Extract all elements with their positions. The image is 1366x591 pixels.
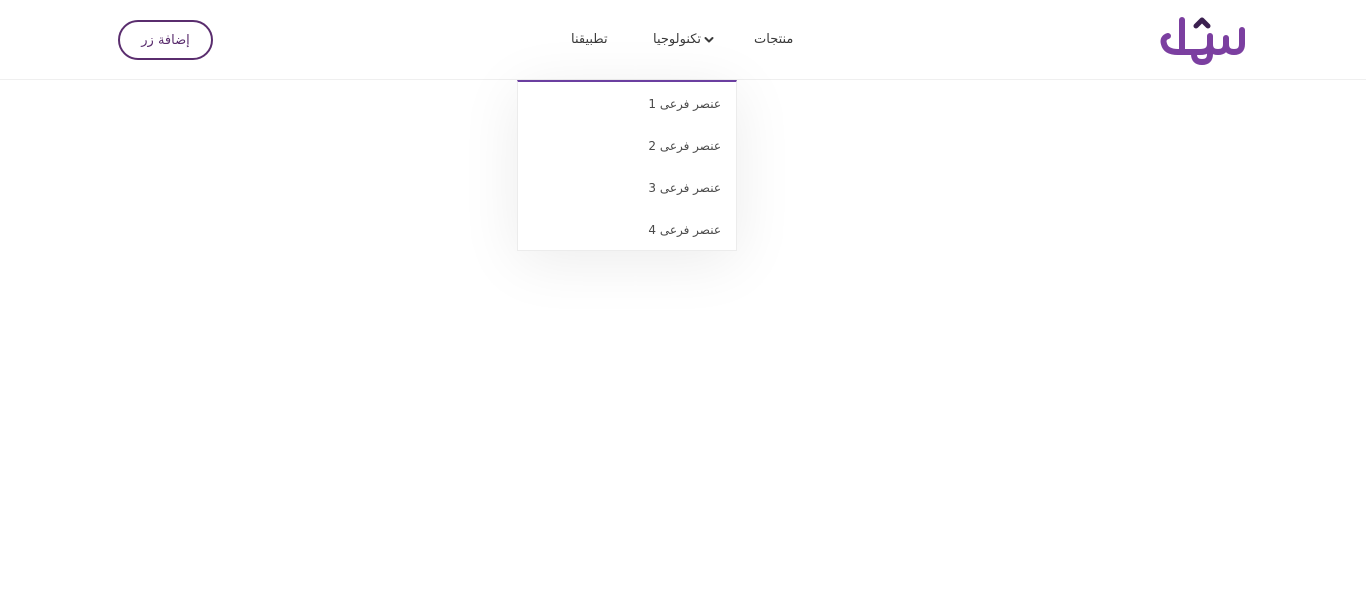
nav-item-products[interactable]: منتجات: [754, 30, 793, 50]
site-header: منتجات تكنولوجيا تطبيقنا إضافة زر: [0, 0, 1366, 80]
dropdown-item-3[interactable]: عنصر فرعى 3: [648, 179, 721, 197]
logo[interactable]: [1158, 14, 1250, 66]
technology-dropdown-menu: عنصر فرعى 1 عنصر فرعى 2 عنصر فرعى 3 عنصر…: [517, 80, 737, 251]
dropdown-item-2[interactable]: عنصر فرعى 2: [648, 137, 721, 155]
add-button[interactable]: إضافة زر: [118, 20, 213, 60]
page: منتجات تكنولوجيا تطبيقنا إضافة زر عنصر ف…: [0, 0, 1366, 591]
dropdown-item-4[interactable]: عنصر فرعى 4: [648, 221, 721, 239]
dropdown-item-1[interactable]: عنصر فرعى 1: [648, 95, 721, 113]
nav-item-apps[interactable]: تطبيقنا: [571, 30, 608, 50]
nav-item-technology[interactable]: تكنولوجيا: [653, 30, 714, 50]
nav-item-technology-label: تكنولوجيا: [653, 32, 702, 47]
chevron-down-icon: [704, 37, 714, 43]
